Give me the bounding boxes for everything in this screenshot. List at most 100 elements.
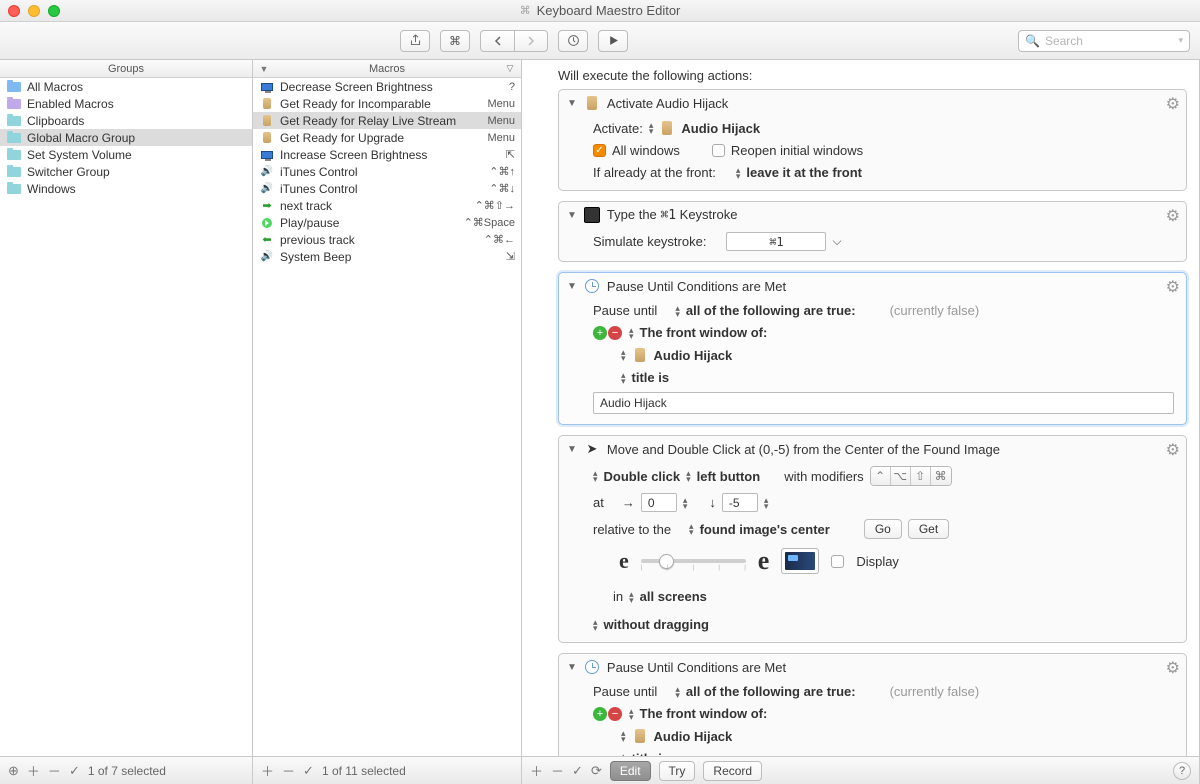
get-button[interactable]: Get [908,519,949,539]
action-keystroke[interactable]: ⚙ ▼ Type the ⌘1 Keystroke Simulate keyst… [558,201,1187,262]
macro-row[interactable]: 🔊iTunes Control⌃⌘↓ [253,180,521,197]
predicate: all of the following are true: [686,303,856,318]
remove-action-button[interactable]: － [551,761,564,780]
remove-macro-button[interactable]: － [282,761,295,780]
stepper-icon[interactable] [675,686,680,698]
reopen-checkbox[interactable] [712,144,725,157]
shift-mod-button[interactable]: ⇧ [911,467,931,485]
title-is-label: title is [632,751,670,756]
back-button[interactable] [480,30,514,52]
add-group-button[interactable]: ＋ [27,761,40,780]
action-pause-1[interactable]: ⚙ ▼ Pause Until Conditions are Met Pause… [558,272,1187,425]
macro-row[interactable]: Play/pause⌃⌘Space [253,214,521,231]
help-button[interactable]: ? [1173,762,1191,780]
stepper-icon[interactable] [621,372,626,384]
group-row[interactable]: Global Macro Group [0,129,252,146]
cmd-mod-button[interactable]: ⌘ [931,467,951,485]
disclosure-icon[interactable]: ▼ [567,444,577,455]
command-button[interactable]: ⌘ [440,30,470,52]
title-value-field[interactable]: Audio Hijack [593,392,1174,414]
group-label: Enabled Macros [27,97,246,111]
add-condition-button[interactable]: + [593,707,607,721]
sort-desc-icon[interactable]: ▽ [501,63,519,74]
macro-row[interactable]: ➡next track⌃⌘⇧→ [253,197,521,214]
gear-icon[interactable]: ⚙ [1166,658,1180,678]
group-row[interactable]: Windows [0,180,252,197]
gear-icon[interactable]: ⚙ [1166,440,1180,460]
search-field[interactable]: 🔍 Search ▾ [1018,30,1190,52]
stepper-icon[interactable] [593,619,598,631]
toggle-macro-button[interactable]: ✓ [303,763,314,779]
stepper-icon[interactable] [629,591,634,603]
remove-condition-button[interactable]: − [608,326,622,340]
keystroke-field[interactable]: ⌘1 [726,232,826,251]
action-move-click[interactable]: ⚙ ▼ ➤ Move and Double Click at (0,-5) fr… [558,435,1187,643]
go-button[interactable]: Go [864,519,902,539]
disclosure-icon[interactable]: ▼ [567,210,577,221]
arrow-down-icon: ↓ [709,495,716,510]
toggle-group-button[interactable]: ✓ [69,763,80,779]
x-field[interactable]: 0 [641,493,677,512]
action-pause-2[interactable]: ⚙ ▼ Pause Until Conditions are Met Pause… [558,653,1187,756]
disclosure-icon[interactable]: ▼ [567,98,577,109]
record-button[interactable]: Record [703,761,762,781]
y-stepper[interactable] [764,497,769,509]
disclosure-icon[interactable]: ▼ [567,281,577,292]
try-button[interactable]: Try [659,761,696,781]
group-row[interactable]: Set System Volume [0,146,252,163]
group-row[interactable]: Switcher Group [0,163,252,180]
macro-row[interactable]: Increase Screen Brightness⇱ [253,146,521,163]
gear-icon[interactable]: ⚙ [1166,277,1180,297]
stepper-icon[interactable] [689,523,694,535]
stepper-icon[interactable] [686,470,691,482]
y-field[interactable]: -5 [722,493,758,512]
step-button[interactable]: ⟳ [591,763,602,779]
remove-group-button[interactable]: － [48,761,61,780]
stepper-icon[interactable] [675,305,680,317]
macro-row[interactable]: ⬅previous track⌃⌘← [253,231,521,248]
x-stepper[interactable] [683,497,688,509]
stepper-icon[interactable] [621,730,626,742]
group-row[interactable]: All Macros [0,78,252,95]
gear-icon[interactable]: ⚙ [1166,94,1180,114]
opt-mod-button[interactable]: ⌥ [891,467,911,485]
stepper-icon[interactable] [736,167,741,179]
stepper-icon[interactable] [629,327,634,339]
fuzz-slider[interactable]: ||||| [641,559,746,563]
stepper-icon[interactable] [649,122,654,134]
sort-asc-icon[interactable]: ▼ [255,64,273,74]
all-windows-checkbox[interactable]: ✓ [593,144,606,157]
target-icon[interactable]: ⊕ [8,763,19,779]
macro-row[interactable]: Get Ready for Relay Live StreamMenu [253,112,521,129]
forward-button[interactable] [514,30,548,52]
edit-button[interactable]: Edit [610,761,651,781]
macro-shortcut: ⌃⌘↑ [489,165,515,178]
macro-row[interactable]: Decrease Screen Brightness? [253,78,521,95]
group-row[interactable]: Clipboards [0,112,252,129]
add-action-button[interactable]: ＋ [530,761,543,780]
recent-button[interactable] [558,30,588,52]
macro-row[interactable]: 🔊iTunes Control⌃⌘↑ [253,163,521,180]
keystroke-menu[interactable]: ⌵ [832,234,841,249]
disclosure-icon[interactable]: ▼ [567,662,577,673]
drag-value: without dragging [604,617,709,632]
image-well[interactable] [781,548,819,574]
run-button[interactable] [598,30,628,52]
remove-condition-button[interactable]: − [608,707,622,721]
macro-row[interactable]: Get Ready for UpgradeMenu [253,129,521,146]
display-checkbox[interactable] [831,555,844,568]
group-row[interactable]: Enabled Macros [0,95,252,112]
stepper-icon[interactable] [621,753,626,757]
add-condition-button[interactable]: + [593,326,607,340]
stepper-icon[interactable] [629,708,634,720]
macro-row[interactable]: 🔊System Beep⇲ [253,248,521,265]
macro-row[interactable]: Get Ready for IncomparableMenu [253,95,521,112]
toggle-action-button[interactable]: ✓ [572,763,583,779]
stepper-icon[interactable] [593,470,598,482]
add-macro-button[interactable]: ＋ [261,761,274,780]
ctrl-mod-button[interactable]: ⌃ [871,467,891,485]
gear-icon[interactable]: ⚙ [1166,206,1180,226]
stepper-icon[interactable] [621,349,626,361]
share-button[interactable] [400,30,430,52]
action-activate[interactable]: ⚙ ▼ Activate Audio Hijack Activate: Audi… [558,89,1187,191]
